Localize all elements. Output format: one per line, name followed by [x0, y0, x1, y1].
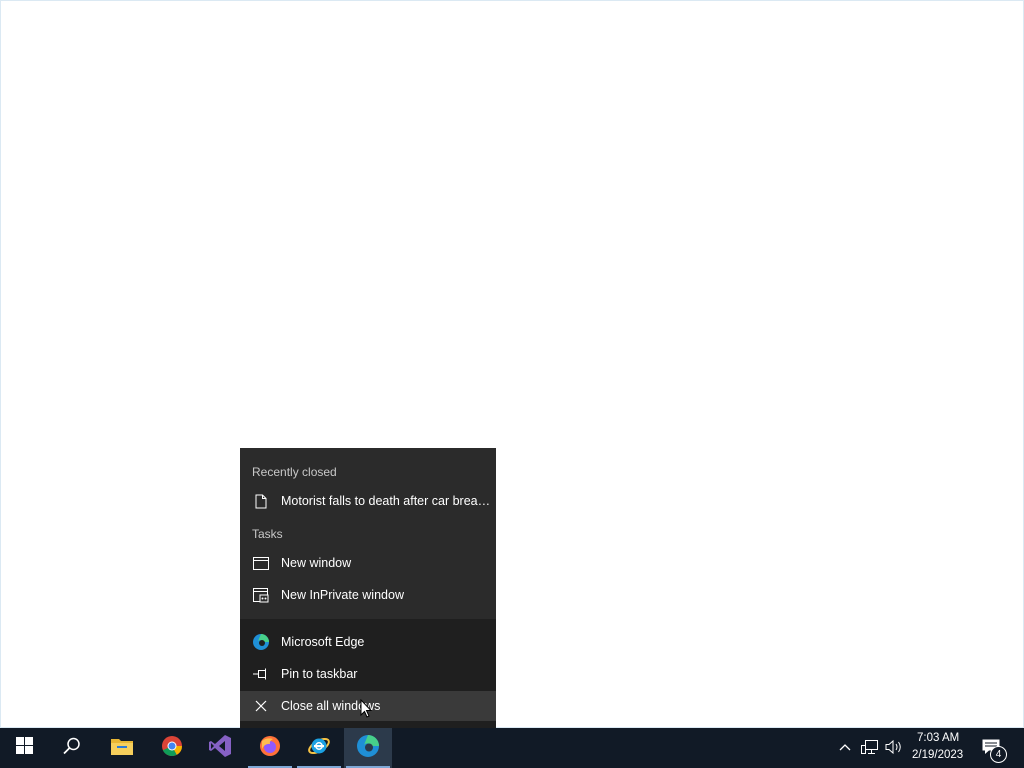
window-icon — [252, 554, 270, 572]
pin-to-taskbar-item[interactable]: Pin to taskbar — [240, 659, 496, 689]
mouse-cursor-icon — [360, 698, 373, 723]
new-window-item[interactable]: New window — [240, 548, 496, 578]
file-explorer-button[interactable] — [98, 728, 146, 768]
volume-icon[interactable] — [885, 739, 903, 760]
edge-icon — [252, 633, 270, 651]
firefox-icon — [259, 735, 281, 762]
new-window-label: New window — [281, 556, 352, 570]
chrome-icon — [161, 735, 183, 762]
close-icon — [252, 697, 270, 715]
start-icon — [15, 737, 33, 759]
new-inprivate-label: New InPrivate window — [281, 588, 404, 602]
inprivate-icon — [252, 586, 270, 604]
search-button[interactable] — [48, 728, 96, 768]
edge-label: Microsoft Edge — [281, 635, 365, 649]
search-icon — [63, 737, 81, 760]
edge-jump-list: Recently closed Motorist falls to death … — [240, 448, 496, 728]
network-icon[interactable] — [861, 739, 879, 760]
document-icon — [252, 492, 270, 510]
firefox-button[interactable] — [246, 728, 294, 768]
microsoft-edge-item[interactable]: Microsoft Edge — [240, 627, 496, 657]
recent-item[interactable]: Motorist falls to death after car breaks… — [240, 486, 496, 516]
visual-studio-icon — [208, 734, 232, 763]
chrome-button[interactable] — [148, 728, 196, 768]
tasks-header: Tasks — [252, 527, 283, 541]
desktop-area — [0, 0, 1024, 728]
file-explorer-icon — [111, 737, 133, 760]
clock-date[interactable]: 2/19/2023 — [912, 749, 963, 761]
close-all-label: Close all windows — [281, 699, 381, 713]
show-hidden-icons-chevron-up-icon[interactable] — [838, 740, 852, 759]
clock-time[interactable]: 7:03 AM — [917, 732, 959, 744]
edge-taskbar-button[interactable] — [344, 728, 392, 768]
internet-explorer-button[interactable] — [295, 728, 343, 768]
recent-item-label: Motorist falls to death after car breaks… — [281, 494, 493, 508]
internet-explorer-icon — [307, 734, 331, 763]
visual-studio-button[interactable] — [196, 728, 244, 768]
new-inprivate-window-item[interactable]: New InPrivate window — [240, 580, 496, 610]
pin-icon — [252, 665, 270, 683]
taskbar: 7:03 AM 2/19/2023 4 — [0, 728, 1024, 768]
recently-closed-header: Recently closed — [252, 465, 337, 479]
pin-label: Pin to taskbar — [281, 667, 358, 681]
start-button[interactable] — [0, 728, 48, 768]
action-center-button[interactable]: 4 — [982, 739, 1008, 763]
jump-list-top: Recently closed Motorist falls to death … — [240, 448, 496, 619]
notification-count-badge: 4 — [990, 746, 1007, 763]
edge-icon — [356, 734, 380, 763]
